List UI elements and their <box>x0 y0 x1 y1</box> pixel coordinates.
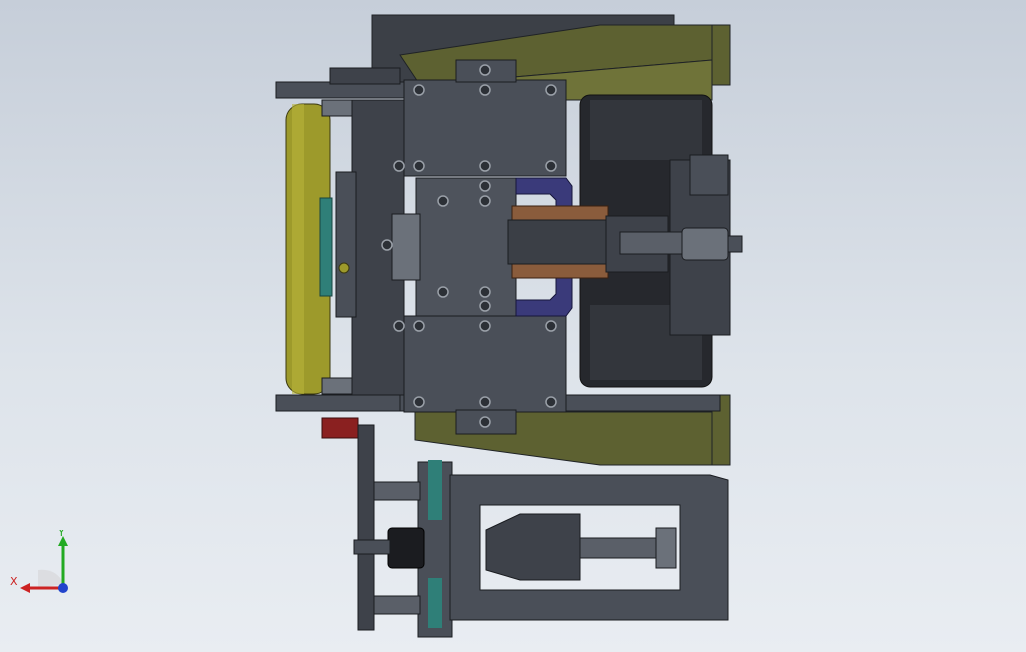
bolt-head <box>479 180 491 192</box>
bolt-head <box>479 84 491 96</box>
bolt-head <box>545 160 557 172</box>
bolt-head <box>479 286 491 298</box>
lower-piston-head <box>485 513 581 581</box>
red-block <box>321 417 359 439</box>
x-axis-label: X <box>10 575 18 588</box>
bolt-head <box>413 160 425 172</box>
lower-rod-bottom <box>373 595 421 615</box>
orientation-triad: X Y <box>10 530 68 593</box>
lower-motor <box>387 527 425 569</box>
bolt-head <box>545 396 557 408</box>
lower-rod-top <box>373 481 421 501</box>
lower-piston-rod <box>579 537 661 559</box>
flange-teal-top <box>428 460 442 520</box>
copper-rod-lower <box>511 263 609 279</box>
mount-pin <box>338 262 350 274</box>
bolt-head <box>437 286 449 298</box>
bolt-head <box>413 320 425 332</box>
olive-bracket-top-end <box>711 24 731 86</box>
bolt-head <box>545 84 557 96</box>
y-axis-label: Y <box>57 530 65 539</box>
gripper-jaw <box>391 213 421 281</box>
top-frame-cap <box>329 67 401 85</box>
drive-shaft <box>619 231 691 255</box>
x-axis-arrowhead <box>20 583 30 593</box>
bolt-head <box>393 320 405 332</box>
lower-piston-end <box>655 527 677 569</box>
right-clamp-lug <box>689 154 729 196</box>
rod-carrier <box>507 219 609 265</box>
shaft-tip <box>727 235 743 253</box>
bolt-head <box>413 396 425 408</box>
bolt-head <box>479 416 491 428</box>
assembly-model[interactable] <box>0 0 1026 652</box>
lower-vertical-post <box>357 424 375 631</box>
bolt-head <box>393 160 405 172</box>
bolt-head <box>479 64 491 76</box>
bolt-head <box>545 320 557 332</box>
bolt-head <box>437 195 449 207</box>
bolt-head <box>479 320 491 332</box>
yellow-roller-highlight <box>292 104 304 394</box>
flange-teal-bottom <box>428 578 442 628</box>
teal-plate <box>319 197 333 297</box>
motor-body-top-face <box>590 100 702 160</box>
bolt-head <box>479 195 491 207</box>
copper-rod-upper <box>511 205 609 221</box>
bolt-head <box>479 300 491 312</box>
lower-motor-shaft <box>353 539 391 555</box>
bolt-head <box>479 396 491 408</box>
shaft-nut <box>681 227 729 261</box>
bolt-head <box>413 84 425 96</box>
bolt-head <box>381 239 393 251</box>
bolt-head <box>479 160 491 172</box>
z-axis-dot <box>58 583 68 593</box>
center-plate <box>415 177 517 317</box>
bottom-frame-bar <box>275 394 407 412</box>
cad-viewport[interactable]: X Y <box>0 0 1026 652</box>
left-side-block <box>335 171 357 318</box>
